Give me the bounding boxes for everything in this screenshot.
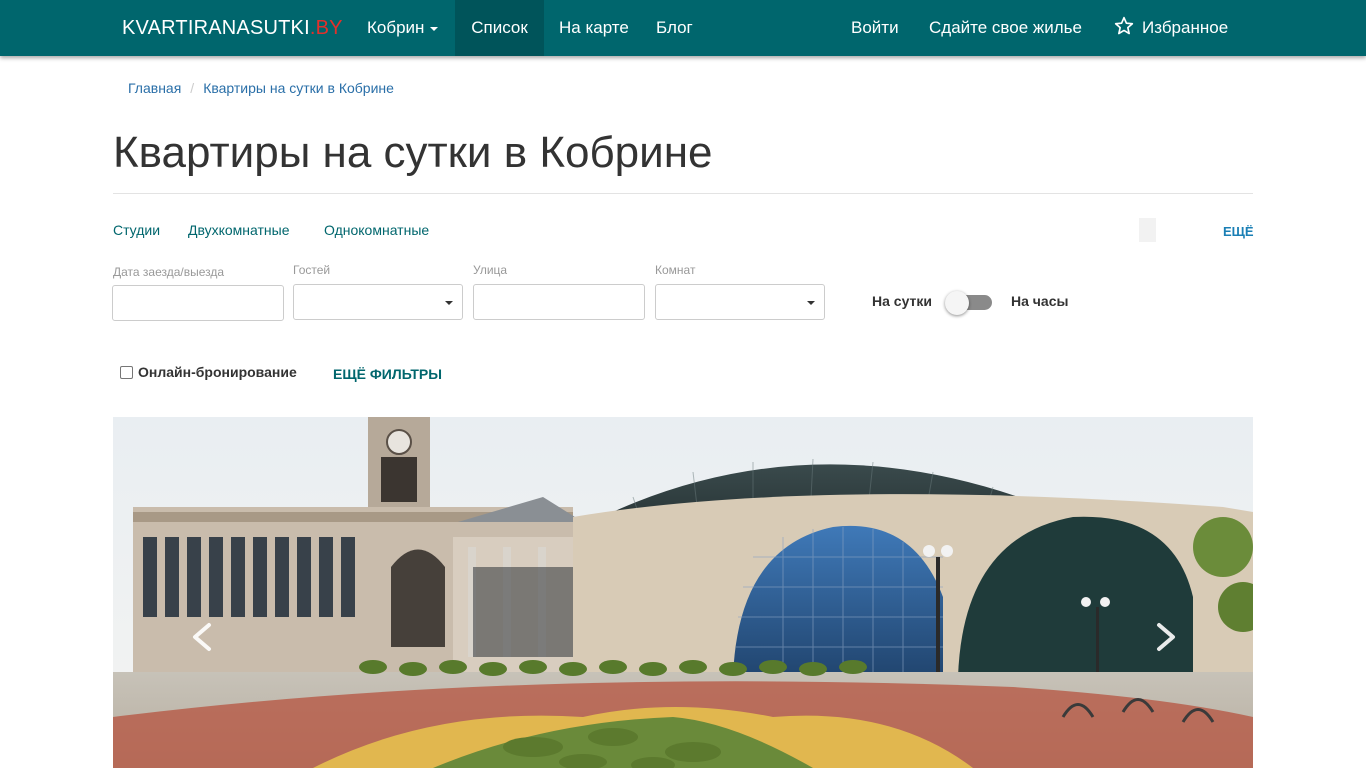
nav-rent-out-label: Сдайте свое жилье (929, 18, 1082, 37)
nav-blog-label: Блог (656, 18, 693, 37)
page-title: Квартиры на сутки в Кобрине (113, 128, 713, 177)
breadcrumb-current[interactable]: Квартиры на сутки в Кобрине (203, 80, 394, 96)
quick-link-two-room[interactable]: Двухкомнатные (188, 222, 290, 238)
nav-login[interactable]: Войти (851, 0, 899, 56)
nav-city-dropdown[interactable]: Кобрин (352, 0, 453, 56)
carousel-prev-icon[interactable] (183, 617, 223, 657)
quick-links-more[interactable]: ЕЩЁ (1223, 224, 1254, 239)
street-input[interactable] (473, 284, 645, 320)
more-filters-button[interactable]: ЕЩЁ ФИЛЬТРЫ (333, 366, 442, 382)
breadcrumb-separator: / (190, 80, 195, 96)
carousel-next-icon[interactable] (1145, 617, 1185, 657)
online-booking-checkbox[interactable] (120, 366, 133, 379)
city-photo-carousel[interactable] (113, 417, 1253, 768)
dates-input[interactable] (112, 285, 284, 321)
rent-period-toggle-knob[interactable] (945, 291, 969, 315)
caret-down-icon (445, 301, 453, 305)
street-label: Улица (473, 263, 508, 277)
rooms-select[interactable] (655, 284, 825, 320)
nav-favorites-label: Избранное (1142, 18, 1229, 37)
top-navbar: KVARTIRANASUTKI.BY Кобрин Список На карт… (0, 0, 1366, 56)
nav-city-label: Кобрин (367, 18, 425, 37)
breadcrumb-home[interactable]: Главная (128, 80, 181, 96)
brand-tld: .BY (309, 17, 343, 39)
nav-list[interactable]: Список (455, 0, 544, 56)
nav-rent-out[interactable]: Сдайте свое жилье (929, 0, 1082, 56)
brand-logo[interactable]: KVARTIRANASUTKI.BY (122, 0, 343, 56)
toggle-daily-label: На сутки (872, 293, 932, 309)
nav-login-label: Войти (851, 18, 899, 37)
nav-favorites[interactable]: Избранное (1114, 0, 1228, 56)
toggle-hourly-label: На часы (1011, 293, 1069, 309)
caret-down-icon (807, 301, 815, 305)
city-building-photo (113, 417, 1253, 768)
nav-map-label: На карте (559, 18, 629, 37)
caret-down-icon (430, 26, 439, 31)
nav-blog[interactable]: Блог (656, 0, 693, 56)
star-icon (1114, 16, 1134, 35)
guests-select[interactable] (293, 284, 463, 320)
online-booking-label[interactable]: Онлайн-бронирование (138, 364, 297, 380)
dates-label: Дата заезда/выезда (113, 265, 225, 279)
nav-map[interactable]: На карте (559, 0, 629, 56)
title-divider (113, 193, 1253, 194)
quick-link-one-room[interactable]: Однокомнатные (324, 222, 429, 238)
nav-list-label: Список (471, 18, 528, 37)
breadcrumb: Главная / Квартиры на сутки в Кобрине (128, 80, 394, 96)
rooms-label: Комнат (655, 263, 696, 277)
placeholder-chip (1139, 218, 1156, 242)
guests-label: Гостей (293, 263, 331, 277)
brand-name: KVARTIRANASUTKI (122, 17, 310, 39)
quick-link-studios[interactable]: Студии (113, 222, 160, 238)
